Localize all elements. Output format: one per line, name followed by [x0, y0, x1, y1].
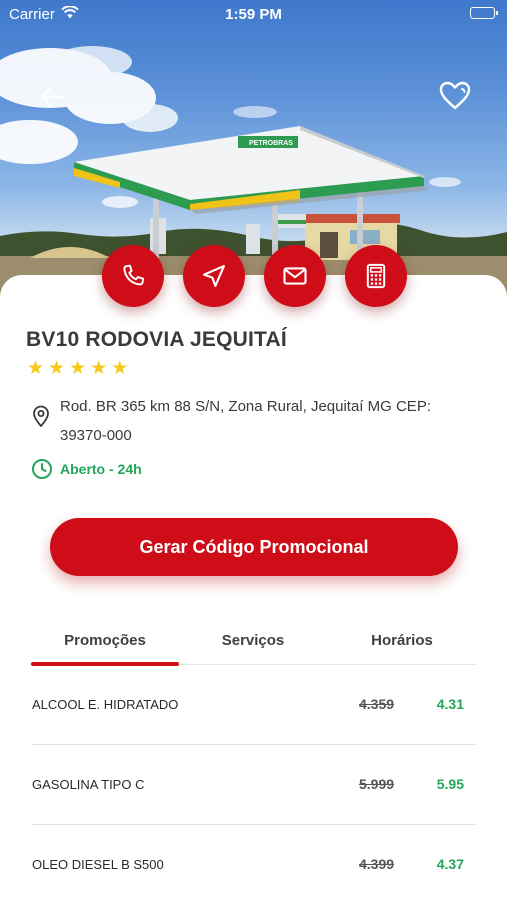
star-icon: ★: [90, 358, 108, 379]
tab-promocoes[interactable]: Promoções: [31, 620, 179, 666]
tab-servicos[interactable]: Serviços: [179, 620, 327, 665]
opening-status: Aberto - 24h: [60, 461, 142, 477]
station-address: Rod. BR 365 km 88 S/N, Zona Rural, Jequi…: [60, 398, 431, 444]
promo-price: 4.31: [436, 696, 464, 712]
email-button[interactable]: [264, 245, 326, 307]
favorite-button[interactable]: [438, 80, 472, 112]
call-button[interactable]: [102, 245, 164, 307]
star-icon: ★: [48, 358, 66, 379]
fuel-price-row[interactable]: GASOLINA TIPO C 5.999 5.95: [31, 745, 476, 825]
heart-icon: [439, 81, 471, 110]
calculator-button[interactable]: [345, 245, 407, 307]
star-icon: ★: [69, 358, 87, 379]
fuel-price-row[interactable]: ALCOOL E. HIDRATADO 4.359 4.31: [31, 665, 476, 745]
star-icon: ★: [27, 358, 45, 379]
navigation-icon: [203, 265, 225, 287]
canopy-brand-text: PETROBRAS: [249, 140, 293, 147]
promo-price: 4.37: [436, 856, 464, 872]
old-price: 4.399: [359, 856, 395, 872]
old-price: 4.359: [359, 696, 395, 712]
tab-bar: Promoções Serviços Horários: [31, 620, 476, 666]
fuel-name: GASOLINA TIPO C: [32, 777, 145, 792]
action-buttons: [0, 245, 507, 309]
phone-icon: [123, 264, 145, 286]
station-name: BV10 RODOVIA JEQUITAÍ: [26, 328, 287, 351]
battery-icon: [470, 7, 498, 19]
status-bar: Carrier 1:59 PM: [0, 0, 507, 28]
arrow-left-icon: [40, 86, 66, 108]
fuel-price-row[interactable]: OLEO DIESEL B S500 4.399 4.37: [31, 825, 476, 900]
star-rating: ★ ★ ★ ★ ★: [27, 359, 128, 378]
clock-icon: [31, 458, 53, 485]
tab-horarios[interactable]: Horários: [328, 620, 476, 665]
clock: 1:59 PM: [225, 6, 282, 23]
calculator-icon: [366, 263, 386, 289]
mail-icon: [283, 267, 307, 285]
promo-price: 5.95: [436, 776, 464, 792]
back-button[interactable]: [38, 84, 68, 110]
fuel-name: ALCOOL E. HIDRATADO: [32, 697, 179, 712]
location-pin-icon: [31, 404, 51, 433]
old-price: 5.999: [359, 776, 395, 792]
fuel-name: OLEO DIESEL B S500: [32, 857, 164, 872]
star-icon: ★: [111, 358, 129, 379]
generate-promo-code-button[interactable]: Gerar Código Promocional: [50, 518, 458, 576]
navigate-button[interactable]: [183, 245, 245, 307]
